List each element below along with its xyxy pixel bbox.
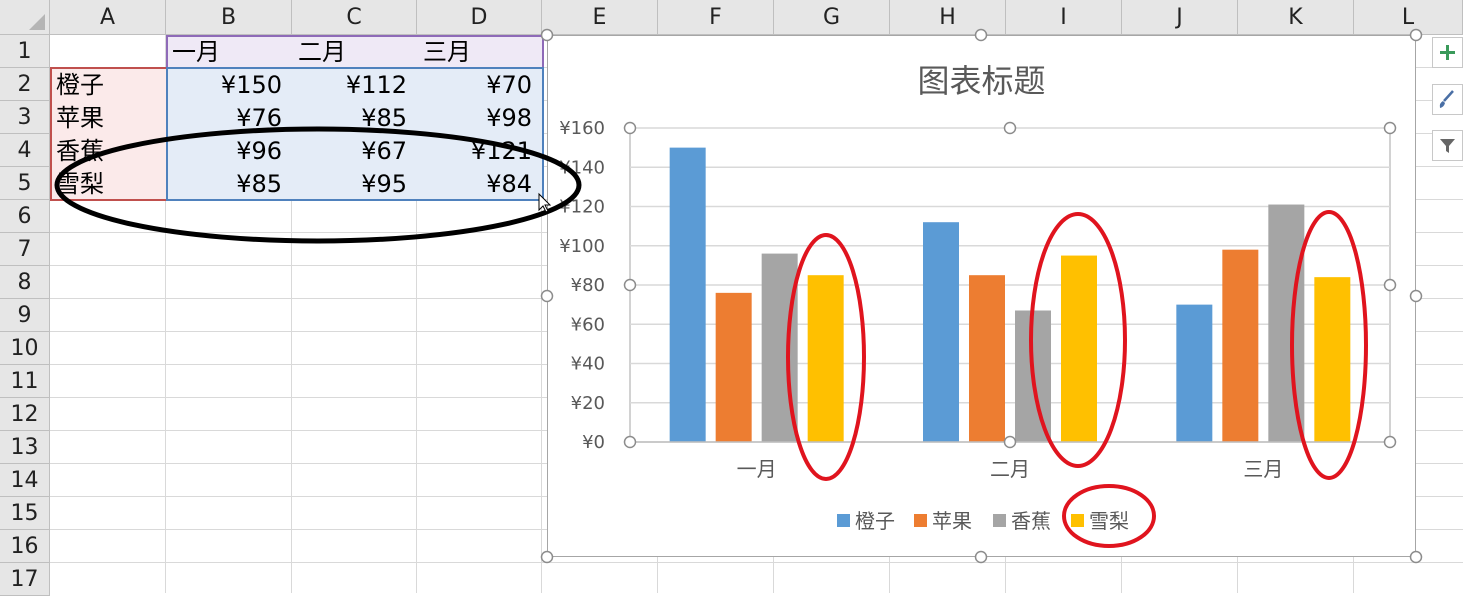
column-header-d[interactable]: D xyxy=(417,0,542,35)
row-header-7[interactable]: 7 xyxy=(0,233,50,266)
plus-icon xyxy=(1440,45,1455,60)
cell-header-3[interactable]: 三月 xyxy=(417,35,542,68)
cell-row-label[interactable]: 橙子 xyxy=(50,68,166,101)
cell-value[interactable]: ¥121 xyxy=(417,134,542,167)
row-header-1[interactable]: 1 xyxy=(0,35,50,68)
cell-value[interactable]: ¥98 xyxy=(417,101,542,134)
cell-value[interactable]: ¥70 xyxy=(417,68,542,101)
select-all-corner[interactable] xyxy=(0,0,50,35)
row-header-13[interactable]: 13 xyxy=(0,431,50,464)
column-header-l[interactable]: L xyxy=(1354,0,1463,35)
cell-header-1[interactable]: 一月 xyxy=(166,35,292,68)
row-header-6[interactable]: 6 xyxy=(0,200,50,233)
cell-value[interactable]: ¥76 xyxy=(166,101,292,134)
row-header-10[interactable]: 10 xyxy=(0,332,50,365)
row-header-9[interactable]: 9 xyxy=(0,299,50,332)
column-header-h[interactable]: H xyxy=(890,0,1006,35)
cell-value[interactable]: ¥112 xyxy=(292,68,417,101)
row-header-5[interactable]: 5 xyxy=(0,167,50,200)
filter-icon xyxy=(1440,139,1455,153)
cell-value[interactable]: ¥84 xyxy=(417,167,542,200)
row-header-8[interactable]: 8 xyxy=(0,266,50,299)
row-header-11[interactable]: 11 xyxy=(0,365,50,398)
column-header-e[interactable]: E xyxy=(542,0,658,35)
column-header-i[interactable]: I xyxy=(1006,0,1122,35)
cell-value[interactable]: ¥85 xyxy=(166,167,292,200)
column-header-j[interactable]: J xyxy=(1122,0,1238,35)
cell-value[interactable]: ¥67 xyxy=(292,134,417,167)
cell-value[interactable]: ¥95 xyxy=(292,167,417,200)
chart-styles-button[interactable] xyxy=(1432,84,1463,115)
row-header-14[interactable]: 14 xyxy=(0,464,50,497)
cell-header-2[interactable]: 二月 xyxy=(292,35,417,68)
row-header-16[interactable]: 16 xyxy=(0,530,50,563)
cell-row-label[interactable]: 雪梨 xyxy=(50,167,166,200)
column-header-g[interactable]: G xyxy=(774,0,890,35)
cell-value[interactable]: ¥96 xyxy=(166,134,292,167)
column-header-b[interactable]: B xyxy=(166,0,292,35)
row-header-15[interactable]: 15 xyxy=(0,497,50,530)
row-header-17[interactable]: 17 xyxy=(0,563,50,596)
chart-elements-button[interactable] xyxy=(1432,37,1463,68)
brush-icon xyxy=(1439,90,1454,108)
chart-area[interactable]: 图表标题 xyxy=(547,35,1416,557)
cell-row-label[interactable]: 香蕉 xyxy=(50,134,166,167)
cell-row-label[interactable]: 苹果 xyxy=(50,101,166,134)
column-header-k[interactable]: K xyxy=(1238,0,1354,35)
column-header-a[interactable]: A xyxy=(50,0,166,35)
row-header-3[interactable]: 3 xyxy=(0,101,50,134)
chart-title[interactable]: 图表标题 xyxy=(548,56,1415,102)
column-header-f[interactable]: F xyxy=(658,0,774,35)
row-header-4[interactable]: 4 xyxy=(0,134,50,167)
chart-filters-button[interactable] xyxy=(1432,130,1463,161)
row-header-2[interactable]: 2 xyxy=(0,68,50,101)
cell-value[interactable]: ¥150 xyxy=(166,68,292,101)
cell-value[interactable]: ¥85 xyxy=(292,101,417,134)
column-header-c[interactable]: C xyxy=(292,0,417,35)
row-header-12[interactable]: 12 xyxy=(0,398,50,431)
